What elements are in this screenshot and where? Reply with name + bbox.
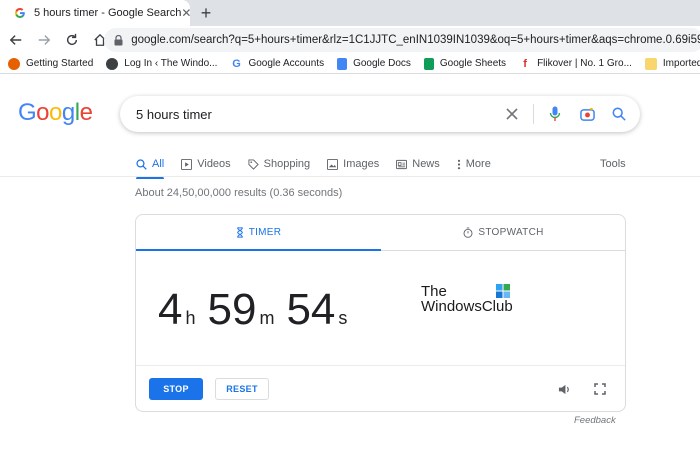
tab-label: Shopping [263,158,311,170]
image-icon [327,158,339,170]
watermark-line2: WindowsClub [421,298,513,315]
bookmark-google-accounts[interactable]: G Google Accounts [230,57,325,70]
tab-timer[interactable]: TIMER [136,215,381,251]
fullscreen-icon[interactable] [590,379,610,399]
tab-more[interactable]: More [457,152,491,176]
timer-hours-unit: h [185,308,196,328]
tab-all[interactable]: All [136,152,165,179]
flikover-icon: f [519,57,532,70]
tab-videos[interactable]: Videos [181,152,231,176]
docs-icon [337,57,348,70]
sheets-icon [423,57,434,70]
result-stats: About 24,50,00,000 results (0.36 seconds… [135,187,343,199]
bookmark-google-docs[interactable]: Google Docs [337,57,411,70]
tab-label: All [152,158,165,170]
bookmark-label: Google Accounts [248,58,325,69]
tab-title: 5 hours timer - Google Search [34,7,182,19]
news-icon [396,159,408,170]
windowsclub-watermark: The WindowsClub [421,283,531,319]
address-bar[interactable]: google.com/search?q=5+hours+timer&rlz=1C… [104,28,700,52]
tab-timer-label: TIMER [248,226,282,238]
bookmark-log-in[interactable]: Log In ‹ The Windo... [106,57,218,70]
windows-logo-icon [496,284,510,298]
google-favicon-icon [14,7,26,20]
video-icon [181,158,193,170]
timer-hours: 4 [158,285,183,334]
card-divider [136,365,625,366]
search-input[interactable]: 5 hours timer [136,107,501,122]
tab-label: More [465,158,491,170]
search-divider [533,104,534,124]
volume-icon[interactable] [554,379,574,399]
tabs-divider [0,176,700,177]
microphone-icon[interactable] [544,103,566,125]
new-tab-button[interactable]: + [196,3,216,23]
bookmark-label: Google Sheets [439,58,507,69]
bookmark-label: Flikover | No. 1 Gro... [537,58,632,69]
browser-toolbar: google.com/search?q=5+hours+timer&rlz=1C… [0,26,700,54]
timer-card: TIMER STOPWATCH 4 h 59 m 54 s The Window… [135,214,626,412]
tag-icon [248,158,259,170]
bookmark-imported[interactable]: Imported From Fire... [644,57,700,70]
search-icon[interactable] [608,103,630,125]
google-g-icon: G [230,57,243,70]
stopwatch-icon [463,227,473,238]
bookmarks-bar: Getting Started Log In ‹ The Windo... G … [0,54,700,74]
reload-icon[interactable] [60,28,84,52]
firefox-icon [8,57,20,70]
clear-icon[interactable] [501,103,523,125]
search-icon [136,158,147,170]
timer-seconds-unit: s [338,308,348,328]
hourglass-icon [236,226,244,238]
bookmark-label: Google Docs [353,58,411,69]
bookmark-google-sheets[interactable]: Google Sheets [423,57,507,70]
bookmark-flikover[interactable]: f Flikover | No. 1 Gro... [519,57,632,70]
tools-button[interactable]: Tools [600,152,626,176]
tab-close-icon[interactable]: ✕ [181,6,191,20]
reset-button[interactable]: RESET [215,378,269,400]
timer-seconds: 54 [286,285,336,334]
stop-button[interactable]: STOP [149,378,203,400]
tab-stopwatch-label: STOPWATCH [478,227,544,238]
lock-icon[interactable] [114,34,123,46]
timer-minutes-unit: m [259,308,275,328]
timer-display[interactable]: 4 h 59 m 54 s [158,285,359,335]
tab-label: Images [343,158,380,170]
timer-minutes: 59 [207,285,257,334]
search-box[interactable]: 5 hours timer [120,96,640,132]
tab-stopwatch[interactable]: STOPWATCH [381,215,626,251]
tab-label: News [412,158,440,170]
bookmark-label: Log In ‹ The Windo... [124,58,218,69]
browser-tab[interactable]: 5 hours timer - Google Search ✕ [0,0,191,26]
search-tabs: All Videos Shopping Images News More [136,152,508,179]
more-dots-icon [457,159,461,170]
bookmark-label: Getting Started [26,58,94,69]
bookmark-label: Imported From Fire... [662,58,700,69]
folder-icon [644,57,657,70]
url-text: google.com/search?q=5+hours+timer&rlz=1C… [131,34,700,46]
google-logo[interactable]: Google [18,99,93,127]
tab-strip: 5 hours timer - Google Search ✕ + [0,0,700,26]
bookmark-getting-started[interactable]: Getting Started [8,57,94,70]
globe-icon [106,57,119,70]
forward-arrow-icon[interactable] [32,28,56,52]
tab-shopping[interactable]: Shopping [248,152,311,176]
camera-lens-icon[interactable] [576,103,598,125]
tab-images[interactable]: Images [327,152,379,176]
feedback-link[interactable]: Feedback [574,415,616,426]
tab-news[interactable]: News [396,152,440,176]
back-arrow-icon[interactable] [4,28,28,52]
tab-label: Videos [197,158,231,170]
